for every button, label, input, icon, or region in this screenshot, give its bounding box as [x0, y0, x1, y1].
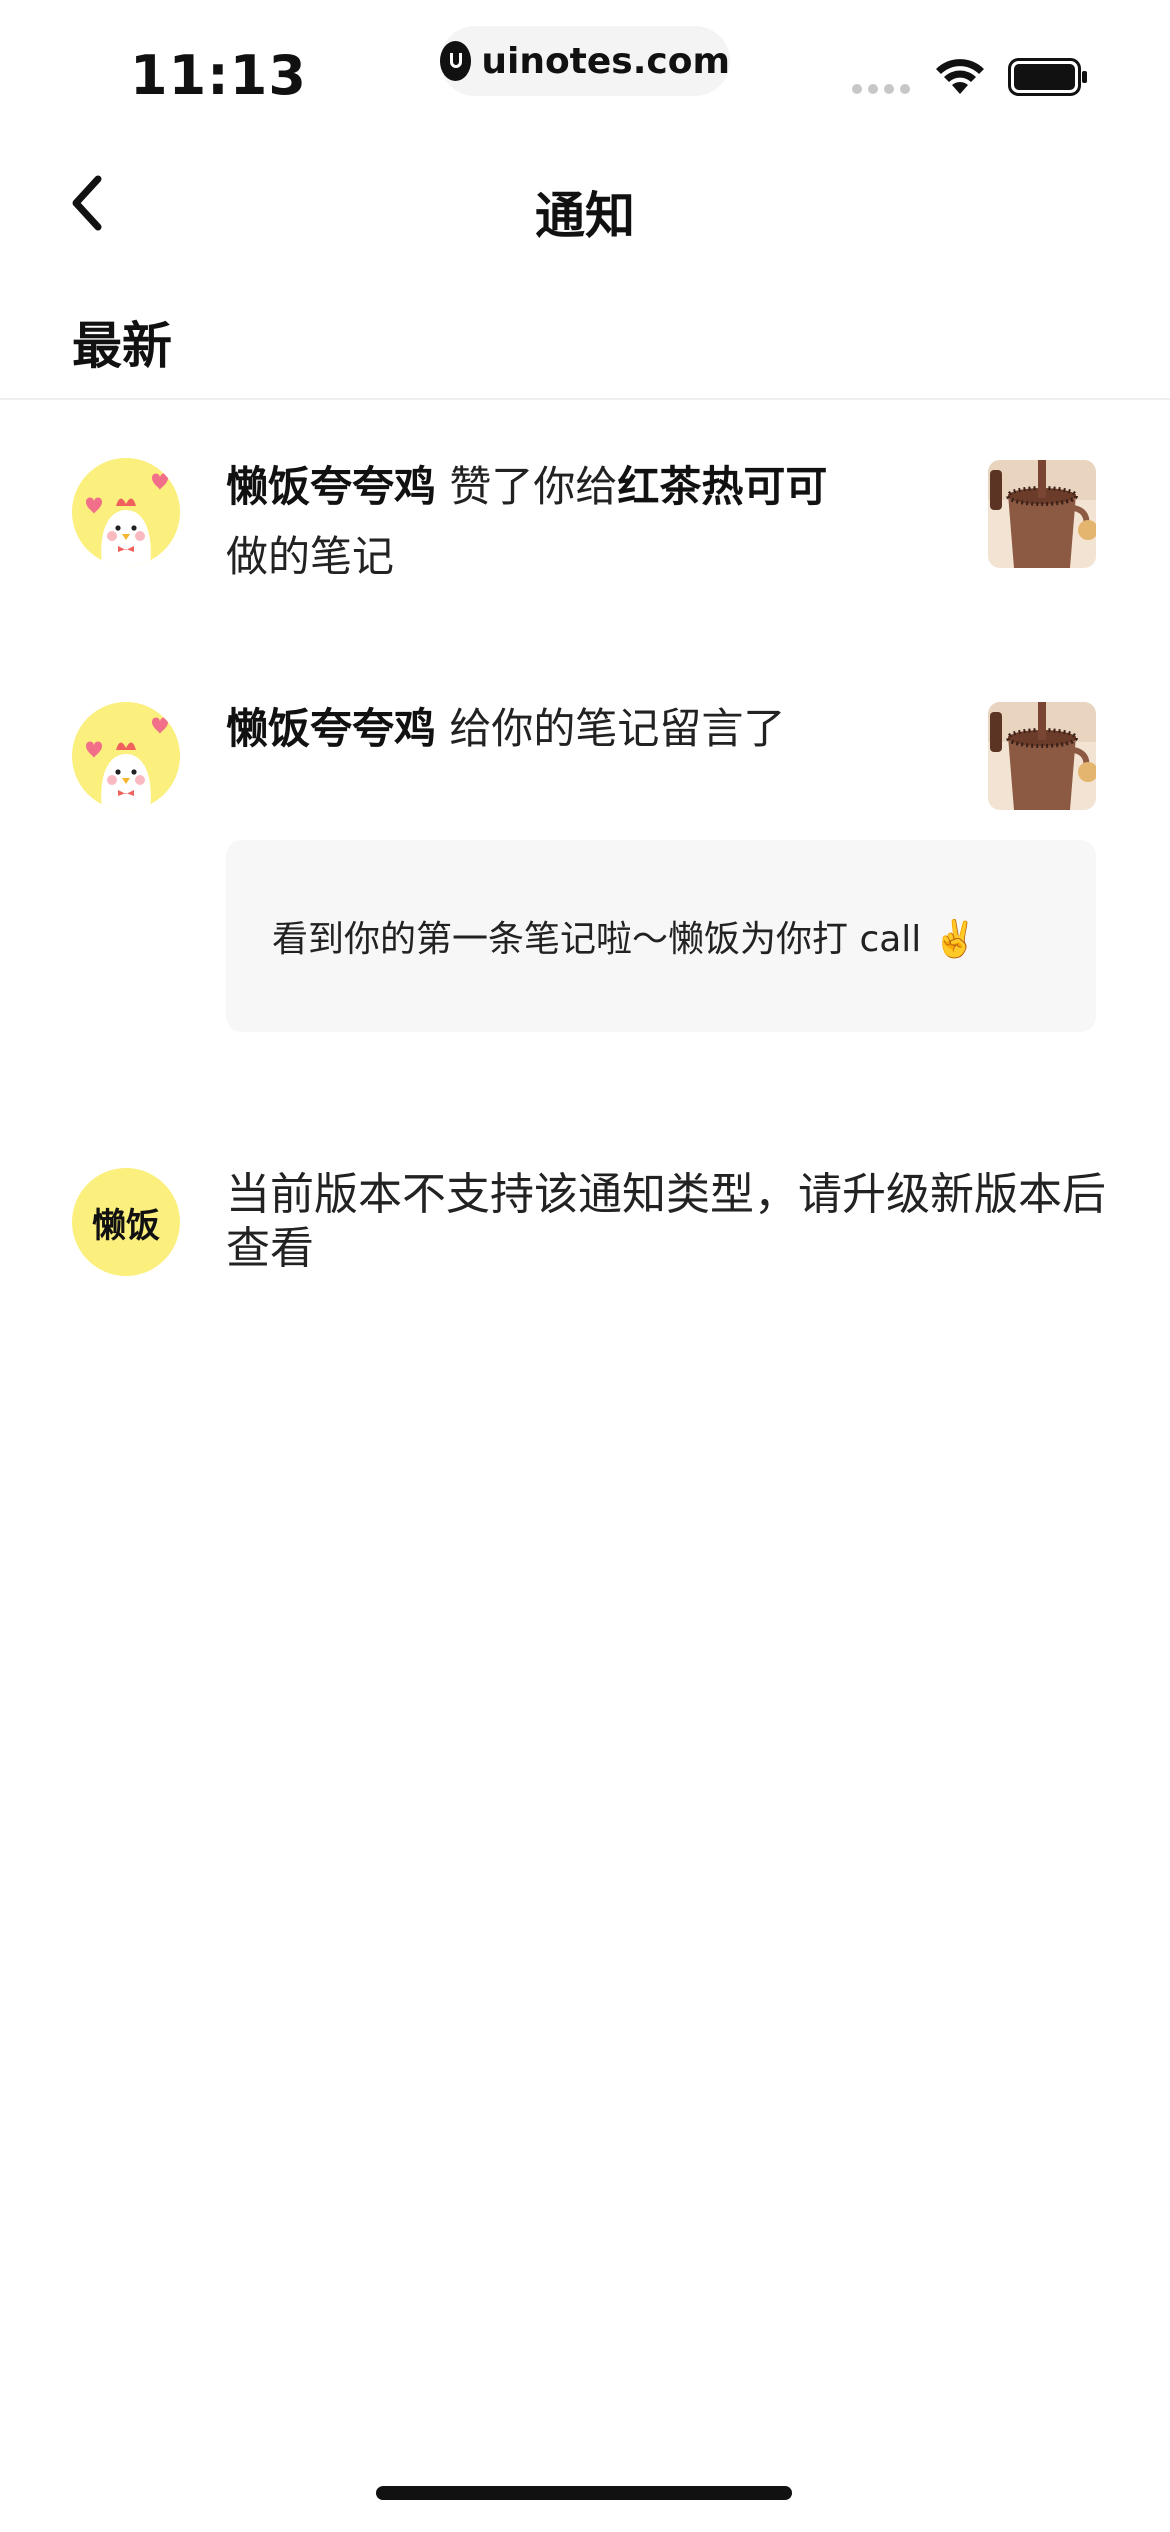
comment-bubble[interactable]: 看到你的第一条笔记啦～懒饭为你打 call ✌️ — [226, 840, 1096, 1032]
notification-action: 赞了你给 — [449, 462, 618, 511]
notification-text: 懒饭夸夸鸡 赞了你给红茶热可可 做的笔记 — [226, 452, 946, 592]
divider — [0, 398, 1170, 400]
notification-action: 给你的笔记留言了 — [449, 704, 786, 753]
battery-icon — [1008, 58, 1087, 96]
cellular-signal-icon — [852, 84, 910, 94]
page-title: 通知 — [535, 187, 635, 245]
hot-cocoa-thumbnail[interactable] — [988, 460, 1096, 568]
url-pill: uinotes.com — [440, 26, 730, 96]
notification-user[interactable]: 懒饭夸夸鸡 — [226, 704, 436, 753]
status-bar: 11:13 uinotes.com — [0, 0, 1170, 140]
notification-user[interactable]: 懒饭夸夸鸡 — [226, 462, 436, 511]
notification-text: 当前版本不支持该通知类型，请升级新版本后查看 — [226, 1169, 1106, 1274]
chicken-avatar[interactable] — [72, 702, 180, 810]
lanfan-avatar[interactable]: 懒饭 — [72, 1168, 180, 1276]
home-indicator — [376, 2486, 792, 2500]
notification-target[interactable]: 红茶热可可 — [617, 462, 827, 511]
status-time: 11:13 — [130, 44, 307, 107]
hot-cocoa-thumbnail[interactable] — [988, 702, 1096, 810]
wifi-icon — [936, 59, 984, 94]
notification-text: 懒饭夸夸鸡 给你的笔记留言了 — [226, 694, 946, 764]
url-text: uinotes.com — [481, 40, 730, 82]
section-header-latest: 最新 — [72, 317, 172, 375]
notification-item[interactable]: 懒饭 当前版本不支持该通知类型，请升级新版本后查看 — [0, 1162, 1170, 1302]
chicken-avatar[interactable] — [72, 458, 180, 566]
uinotes-logo-icon — [440, 41, 472, 81]
notification-item[interactable]: 懒饭夸夸鸡 赞了你给红茶热可可 做的笔记 — [0, 452, 1170, 612]
comment-text: 看到你的第一条笔记啦～懒饭为你打 call ✌️ — [272, 919, 978, 960]
notification-item[interactable]: 懒饭夸夸鸡 给你的笔记留言了 看到你的第一条笔记啦～懒饭为你打 call ✌️ — [0, 694, 1170, 1054]
notification-suffix: 做的笔记 — [226, 532, 395, 581]
avatar-text: 懒饭 — [92, 1205, 160, 1246]
